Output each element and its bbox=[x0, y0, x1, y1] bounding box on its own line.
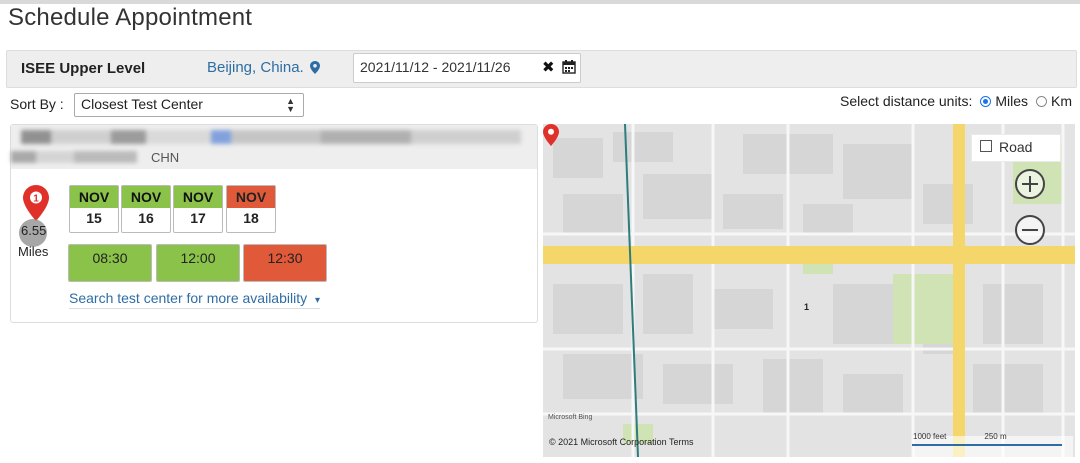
date-month: NOV bbox=[227, 186, 275, 208]
map-marker-icon bbox=[309, 61, 320, 74]
pin-number: 1 bbox=[33, 194, 39, 205]
date-chip[interactable]: NOV 17 bbox=[173, 185, 223, 233]
date-chip-selected[interactable]: NOV 18 bbox=[226, 185, 276, 233]
test-center-card: CHN 1 6.55 Miles NOV 15 NOV 16 NOV 17 NO… bbox=[10, 124, 538, 323]
page-title: Schedule Appointment bbox=[8, 4, 253, 31]
zoom-out-icon[interactable] bbox=[1015, 215, 1045, 245]
miles-radio[interactable] bbox=[980, 95, 992, 107]
date-day: 15 bbox=[86, 210, 102, 226]
map-pin-icon[interactable] bbox=[543, 124, 559, 146]
km-radio[interactable] bbox=[1036, 95, 1047, 107]
map-style-label: Road bbox=[999, 139, 1033, 155]
map-view[interactable]: Road 1 Microsoft Bing © 2021 Microsoft C… bbox=[543, 124, 1075, 457]
redacted-address bbox=[21, 130, 521, 144]
miles-label[interactable]: Miles bbox=[995, 93, 1028, 109]
terms-link[interactable]: Terms bbox=[669, 437, 694, 447]
time-slot-button[interactable]: 08:30 bbox=[68, 244, 152, 282]
map-pin-number: 1 bbox=[804, 302, 810, 312]
map-canvas[interactable] bbox=[543, 124, 1075, 457]
road-icon bbox=[980, 140, 992, 152]
test-center-address: CHN bbox=[11, 125, 537, 169]
copyright-text: © 2021 Microsoft Corporation bbox=[549, 437, 667, 447]
date-day: 18 bbox=[243, 210, 259, 226]
date-month: NOV bbox=[174, 186, 222, 208]
chevron-down-icon: ▾ bbox=[315, 295, 321, 306]
zoom-in-icon[interactable] bbox=[1015, 169, 1045, 199]
distance-units: Select distance units: Miles Km bbox=[840, 93, 1072, 109]
location-link[interactable]: Beijing, China. bbox=[207, 59, 320, 76]
redacted-address bbox=[11, 151, 137, 163]
date-range-value: 2021/11/12 - 2021/11/26 bbox=[360, 59, 511, 75]
more-availability-label: Search test center for more availability bbox=[69, 290, 308, 306]
sort-by-select[interactable]: Closest Test Center ▲ ▼ bbox=[74, 93, 304, 117]
date-day: 16 bbox=[138, 210, 154, 226]
calendar-icon[interactable] bbox=[562, 60, 576, 74]
more-availability-link[interactable]: Search test center for more availability… bbox=[69, 290, 321, 309]
bing-logo: Microsoft Bing bbox=[548, 414, 593, 421]
time-slot-button-selected[interactable]: 12:30 bbox=[243, 244, 327, 282]
date-month: NOV bbox=[70, 186, 118, 208]
date-day: 17 bbox=[190, 210, 206, 226]
location-label: Beijing, China. bbox=[207, 59, 304, 76]
sort-by-value: Closest Test Center bbox=[81, 96, 203, 112]
scale-feet: 1000 feet bbox=[913, 432, 947, 441]
date-range-input[interactable]: 2021/11/12 - 2021/11/26 ✖ bbox=[353, 53, 581, 83]
distance-unit: Miles bbox=[18, 244, 49, 259]
map-copyright: © 2021 Microsoft Corporation Terms bbox=[549, 437, 694, 447]
address-country: CHN bbox=[151, 150, 180, 165]
date-month: NOV bbox=[122, 186, 170, 208]
km-label[interactable]: Km bbox=[1051, 93, 1072, 109]
map-pin-icon: 1 bbox=[23, 185, 49, 221]
map-style-road-button[interactable]: Road bbox=[971, 134, 1061, 162]
scale-meters: 250 m bbox=[984, 432, 1007, 441]
scale-bar bbox=[912, 444, 1062, 446]
time-slot-button[interactable]: 12:00 bbox=[156, 244, 240, 282]
sort-by-label: Sort By : bbox=[10, 96, 64, 112]
date-chip[interactable]: NOV 16 bbox=[121, 185, 171, 233]
distance-units-label: Select distance units: bbox=[840, 93, 973, 109]
distance-value: 6.55 bbox=[21, 223, 47, 238]
exam-name: ISEE Upper Level bbox=[21, 60, 146, 77]
date-chip[interactable]: NOV 15 bbox=[69, 185, 119, 233]
search-criteria-bar: ISEE Upper Level Beijing, China. 2021/11… bbox=[6, 50, 1077, 88]
select-arrows-icon: ▲ ▼ bbox=[286, 96, 295, 114]
map-scale: 1000 feet 250 m bbox=[913, 432, 1007, 441]
clear-icon[interactable]: ✖ bbox=[542, 58, 555, 76]
